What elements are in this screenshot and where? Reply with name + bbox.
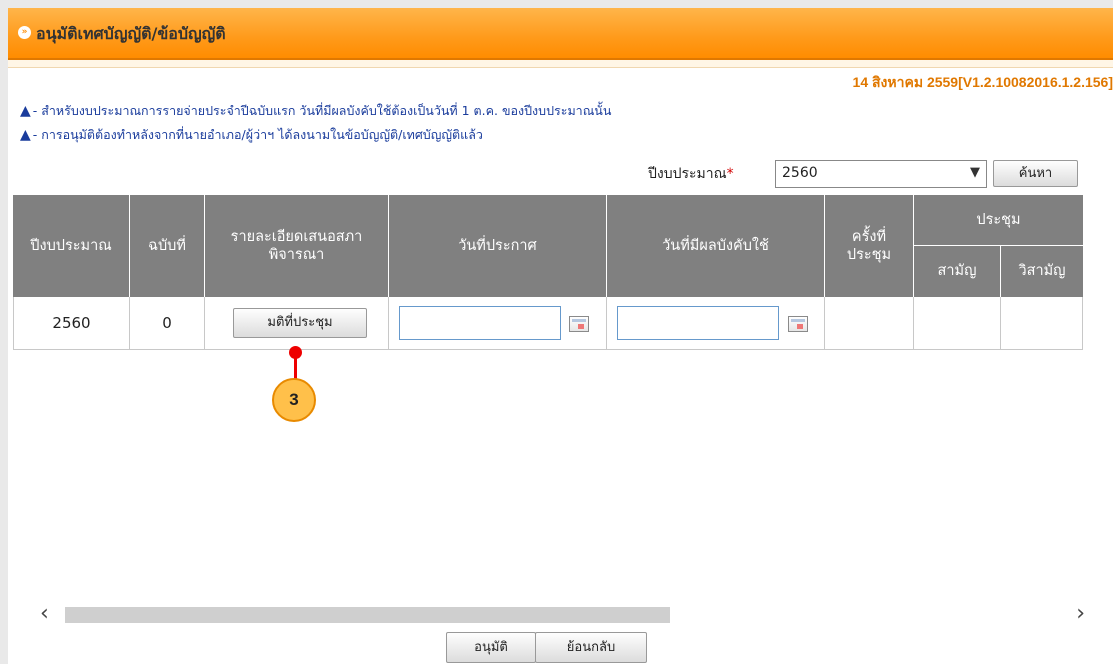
note-approval-order: ▲ - การอนุมัติต้องทำหลังจากที่นายอำเภอ/ผู… [20,127,483,143]
year-filter-row: ปีงบประมาณ* 2560 ▼ ค้นหา [8,158,1113,188]
title-bar: » อนุมัติเทศบัญญัติ/ข้อบัญญัติ [8,8,1113,60]
version-text: 14 สิงหาคม 2559[V1.2.10082016.1.2.156] [852,74,1113,90]
warning-icon: ▲ [20,103,31,119]
scroll-right-icon[interactable]: › [1065,603,1085,625]
back-button[interactable]: ย้อนกลับ [535,632,647,663]
step-badge: 3 [272,378,316,422]
header-detail: รายละเอียดเสนอสภาพิจารณา [205,195,389,297]
calendar-icon[interactable] [788,316,808,332]
header-edition: ฉบับที่ [130,195,205,297]
approve-button[interactable]: อนุมัติ [446,632,536,663]
header-ordinary: สามัญ [914,246,1001,297]
chevron-down-icon: ▼ [970,165,980,180]
search-button[interactable]: ค้นหา [993,160,1078,187]
header-session-no: ครั้งที่ประชุม [825,195,914,297]
announce-date-input[interactable] [399,306,561,340]
header-extraordinary: วิสามัญ [1001,246,1083,297]
cell-fiscal-year: 2560 [13,297,130,350]
year-label: ปีงบประมาณ* [648,166,734,182]
header-effective-date: วันที่มีผลบังคับใช้ [607,195,825,297]
meeting-resolution-button[interactable]: มติที่ประชุม [233,308,367,338]
effective-date-input[interactable] [617,306,779,340]
warning-icon: ▲ [20,127,31,143]
header-announce-date: วันที่ประกาศ [389,195,607,297]
note-first-budget: ▲ - สำหรับงบประมาณการรายจ่ายประจำปีฉบับแร… [20,103,612,119]
cell-session-no [825,297,914,350]
horizontal-scrollbar[interactable]: ‹ › [40,603,1085,625]
page-frame: » อนุมัติเทศบัญญัติ/ข้อบัญญัติ 14 สิงหาค… [8,8,1113,664]
cell-extraordinary [1001,297,1083,350]
header-meeting: ประชุม [914,195,1083,246]
cell-ordinary [914,297,1001,350]
calendar-icon[interactable] [569,316,589,332]
page-title: อนุมัติเทศบัญญัติ/ข้อบัญญัติ [36,24,226,43]
title-strip [8,60,1113,68]
scroll-left-icon[interactable]: ‹ [40,603,60,625]
year-select-value: 2560 [782,165,818,181]
chevron-circle-icon: » [18,26,31,39]
year-select[interactable]: 2560 ▼ [775,160,987,188]
scroll-thumb[interactable] [65,607,670,623]
header-fiscal-year: ปีงบประมาณ [13,195,130,297]
cell-edition: 0 [130,297,205,350]
